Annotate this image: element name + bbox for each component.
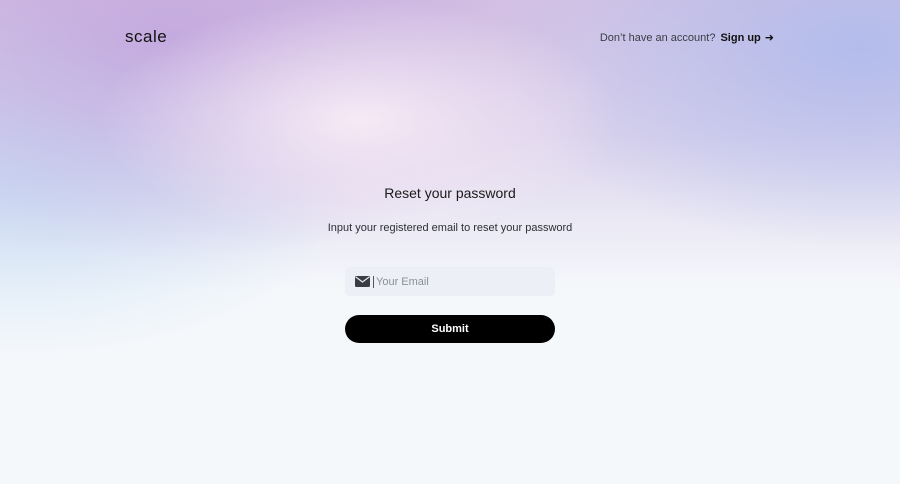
- sign-up-link[interactable]: Sign up ➜: [720, 31, 774, 45]
- reset-password-page: scale Don’t have an account? Sign up ➜ R…: [0, 0, 900, 484]
- email-field[interactable]: [345, 267, 555, 296]
- arrow-right-icon: ➜: [764, 32, 774, 44]
- page-subtitle: Input your registered email to reset you…: [327, 222, 573, 234]
- submit-button[interactable]: Submit: [345, 315, 555, 343]
- email-input[interactable]: [373, 275, 546, 288]
- scale-logo[interactable]: scale: [125, 27, 167, 47]
- sign-up-label: Sign up: [720, 31, 761, 44]
- page-title: Reset your password: [384, 185, 516, 201]
- mail-icon: [355, 276, 370, 287]
- account-prompt-text: Don’t have an account?: [599, 31, 716, 44]
- signup-prompt: Don’t have an account? Sign up ➜: [599, 31, 774, 45]
